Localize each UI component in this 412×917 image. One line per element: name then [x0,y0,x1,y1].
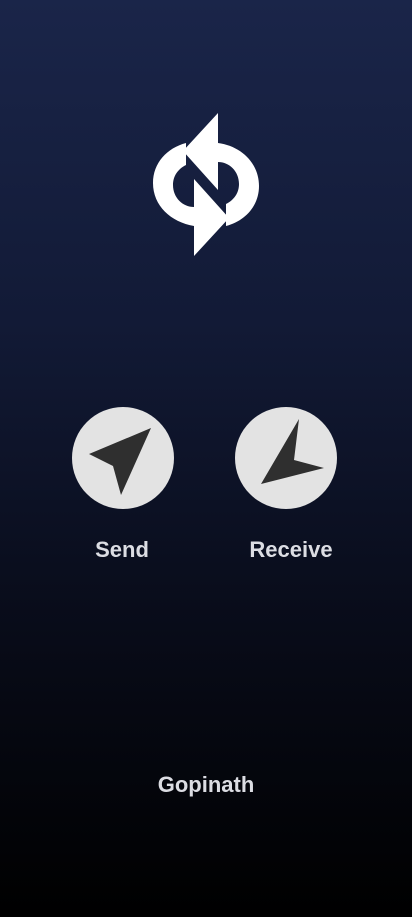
receive-arrow-icon [261,419,324,484]
footer-name: Gopinath [157,772,255,797]
send-arrow-icon [89,428,151,495]
receive-label: Receive [249,537,333,562]
send-button[interactable] [72,407,174,509]
sync-arrows-icon [153,113,259,256]
send-label: Send [95,537,149,562]
receive-button[interactable] [235,407,337,509]
